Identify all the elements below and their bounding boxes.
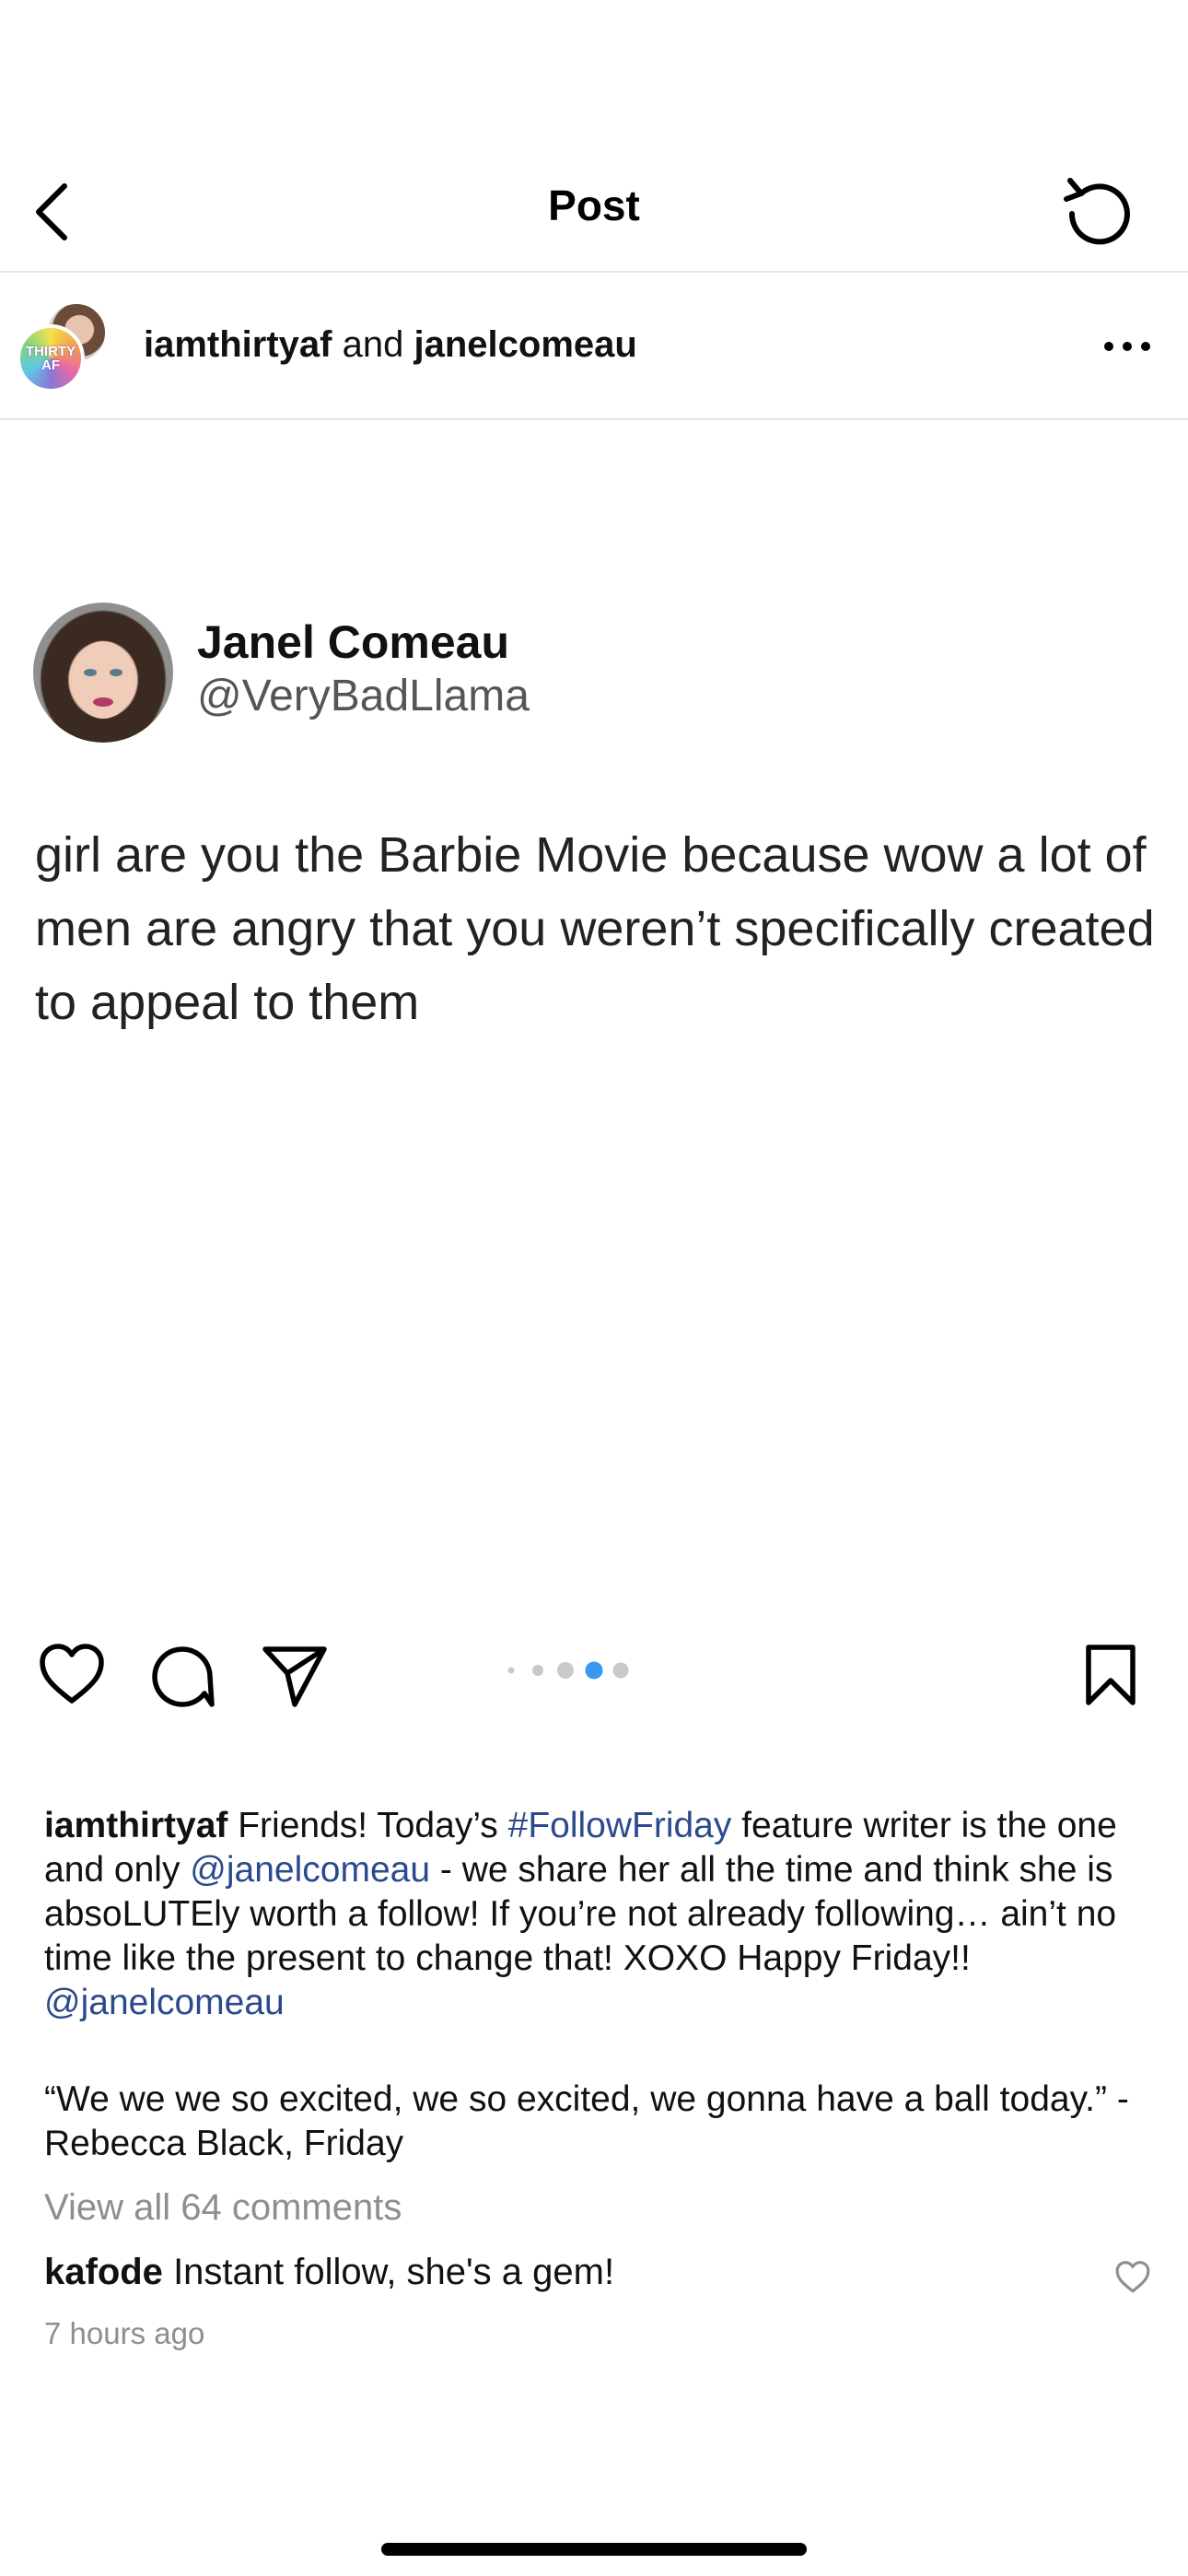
heart-icon (1115, 2261, 1150, 2293)
author-link-2[interactable]: janelcomeau (414, 324, 637, 365)
author-link-1[interactable]: iamthirtyaf (144, 324, 332, 365)
tweet-text: girl are you the Barbie Movie because wo… (35, 827, 1155, 1030)
tweet-author-handle: @VeryBadLlama (197, 672, 530, 720)
comment-icon (152, 1646, 215, 1707)
caption-quote: “We we we so excited, we so excited, we … (44, 2079, 1129, 2163)
comment-username[interactable]: kafode (44, 2252, 163, 2292)
comment-item: kafode Instant follow, she's a gem! (44, 2252, 614, 2293)
caption-username[interactable]: iamthirtyaf (44, 1806, 227, 1845)
ellipsis-icon (1104, 342, 1150, 351)
tweet-avatar (33, 603, 173, 743)
heart-icon (40, 1644, 104, 1704)
post-timestamp: 7 hours ago (44, 2316, 205, 2350)
page-title: Post (548, 181, 640, 229)
carousel-dot (532, 1665, 543, 1676)
caption-mention[interactable]: @janelcomeau (190, 1850, 430, 1890)
comment-like-button[interactable] (1114, 2259, 1151, 2296)
bookmark-icon (1086, 1645, 1136, 1705)
home-indicator[interactable] (381, 2543, 807, 2556)
carousel-dot-active (585, 1661, 603, 1680)
nav-divider (0, 271, 1188, 273)
post-authors: iamthirtyaf and janelcomeau (144, 324, 637, 366)
send-icon (262, 1646, 327, 1707)
authors-joiner: and (342, 324, 404, 365)
share-button[interactable] (260, 1640, 330, 1710)
carousel-dot (557, 1662, 574, 1679)
view-all-comments-link[interactable]: View all 64 comments (44, 2187, 402, 2229)
carousel-indicator (505, 1658, 643, 1682)
caption-text: Friends! Today’s (238, 1806, 498, 1845)
tweet-author-name: Janel Comeau (197, 616, 510, 668)
caption-mention[interactable]: @janelcomeau (44, 1983, 285, 2022)
carousel-dot (507, 1667, 515, 1674)
carousel-dot (612, 1662, 629, 1679)
refresh-icon (1064, 178, 1130, 245)
caption-hashtag[interactable]: #FollowFriday (508, 1806, 732, 1845)
collab-avatars[interactable]: THIRTY AF (17, 300, 109, 392)
more-options-button[interactable] (1101, 328, 1153, 365)
post-caption: iamthirtyaf Friends! Today’s #FollowFrid… (44, 1804, 1131, 2025)
comment-button[interactable] (147, 1640, 217, 1710)
avatar-iamthirtyaf: THIRTY AF (17, 324, 85, 392)
like-button[interactable] (37, 1640, 107, 1710)
save-button[interactable] (1076, 1640, 1146, 1710)
comment-text: Instant follow, she's a gem! (173, 2252, 615, 2292)
refresh-button[interactable] (1061, 173, 1135, 247)
